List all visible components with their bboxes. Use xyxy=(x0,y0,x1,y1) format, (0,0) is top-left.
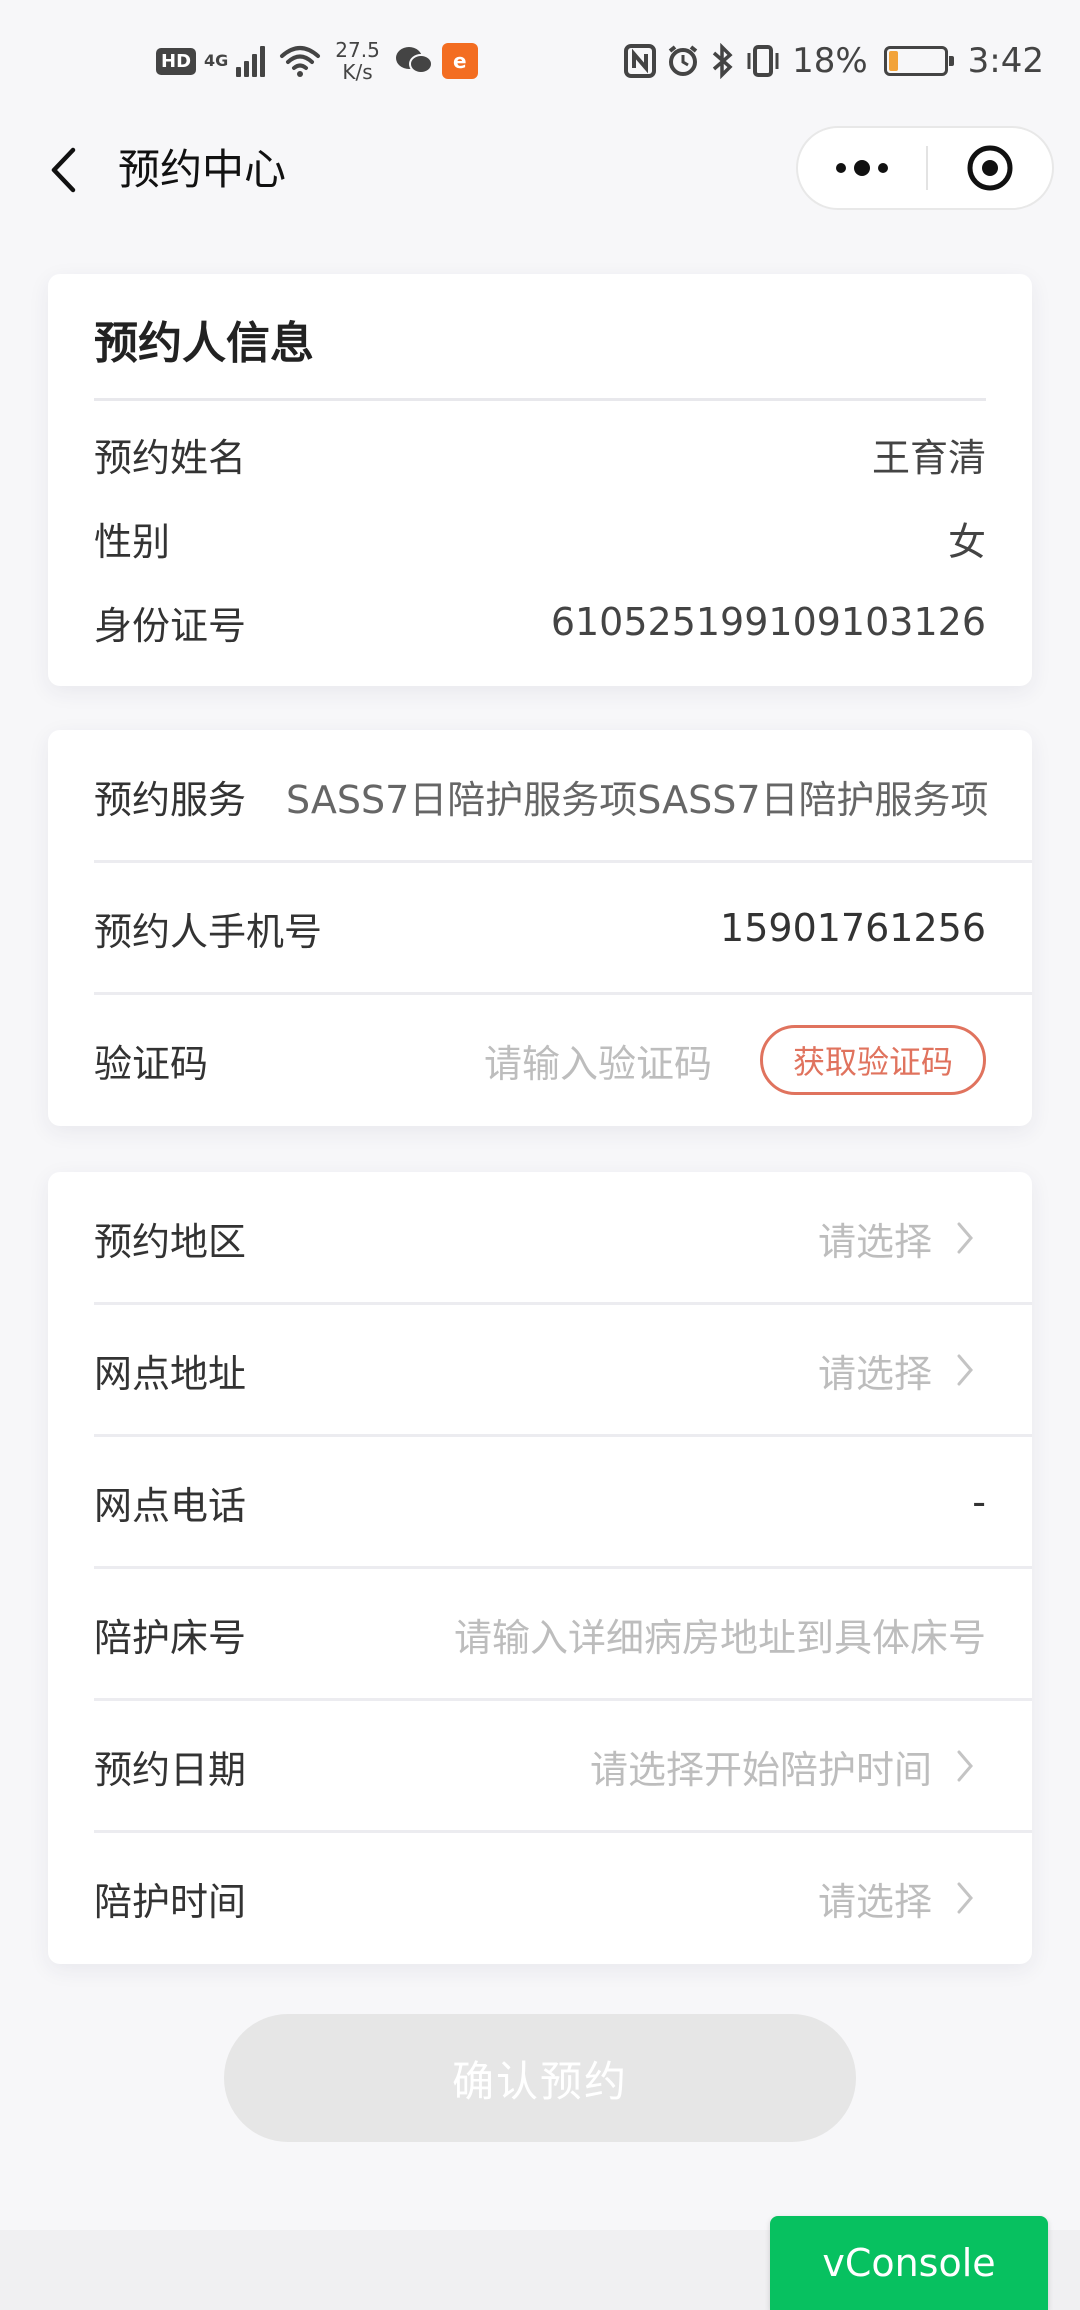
confirm-booking-button[interactable]: 确认预约 xyxy=(224,2014,856,2142)
info-row-name: 预约姓名 王育清 xyxy=(94,424,986,484)
target-close-icon xyxy=(967,145,1013,191)
verification-code-input[interactable]: 请输入验证码 xyxy=(208,1033,760,1088)
chevron-right-icon xyxy=(940,1881,986,1915)
region-select[interactable]: 预约地区 请选择 xyxy=(94,1172,1032,1304)
date-placeholder: 请选择开始陪护时间 xyxy=(589,1747,932,1792)
battery-percent: 18% xyxy=(792,41,868,81)
chevron-right-icon xyxy=(940,1353,986,1387)
verification-code-row: 验证码 请输入验证码 获取验证码 xyxy=(94,994,1032,1126)
wifi-icon xyxy=(280,46,321,77)
bed-number-row: 陪护床号 请输入详细病房地址到具体床号 xyxy=(94,1568,1032,1700)
info-label: 预约姓名 xyxy=(94,435,247,480)
date-label: 预约日期 xyxy=(94,1747,247,1792)
status-time: 3:42 xyxy=(967,41,1044,81)
booker-info-title: 预约人信息 xyxy=(94,318,314,369)
booking-page: HD 4G 27.5 K/s e 18% 3:42 预约中心 预约人信息 预约姓… xyxy=(0,0,1080,2310)
more-dots-icon xyxy=(836,160,888,176)
signal-icon xyxy=(236,45,266,77)
status-bar: HD 4G 27.5 K/s e 18% 3:42 xyxy=(0,0,1080,120)
outlet-address-select[interactable]: 网点地址 请选择 xyxy=(94,1304,1032,1436)
info-value: 女 xyxy=(947,519,986,564)
net-speed: 27.5 K/s xyxy=(335,39,380,83)
vconsole-button[interactable]: vConsole xyxy=(770,2216,1048,2310)
region-label: 预约地区 xyxy=(94,1219,247,1264)
page-title: 预约中心 xyxy=(118,145,287,194)
vibrate-icon xyxy=(747,45,779,77)
service-row: 预约服务 SASS7日陪护服务项SASS7日陪护服务项 xyxy=(94,730,1032,862)
phone-label: 预约人手机号 xyxy=(94,909,323,954)
close-mini-program-button[interactable] xyxy=(928,128,1052,208)
care-time-placeholder: 请选择 xyxy=(817,1879,932,1924)
region-placeholder: 请选择 xyxy=(817,1219,932,1264)
net-speed-unit: K/s xyxy=(342,60,373,84)
service-value: SASS7日陪护服务项SASS7日陪护服务项 xyxy=(286,777,989,822)
mini-program-capsule xyxy=(796,126,1054,210)
bed-number-label: 陪护床号 xyxy=(94,1615,247,1660)
chevron-left-icon xyxy=(51,147,76,193)
outlet-address-label: 网点地址 xyxy=(94,1351,247,1396)
info-value: 610525199109103126 xyxy=(550,600,986,644)
title-divider xyxy=(94,398,986,401)
wechat-icon xyxy=(395,47,433,74)
service-label: 预约服务 xyxy=(94,777,247,822)
care-time-select[interactable]: 陪护时间 请选择 xyxy=(94,1832,1032,1964)
more-button[interactable] xyxy=(798,128,926,208)
back-button[interactable] xyxy=(38,142,88,198)
care-time-label: 陪护时间 xyxy=(94,1879,247,1924)
bluetooth-icon xyxy=(712,43,733,79)
network-gen-label: 4G xyxy=(204,51,229,70)
info-label: 身份证号 xyxy=(94,603,247,648)
info-row-gender: 性别 女 xyxy=(94,508,986,568)
status-right: 18% 3:42 xyxy=(624,36,1044,86)
date-select[interactable]: 预约日期 请选择开始陪护时间 xyxy=(94,1700,1032,1832)
hd-badge: HD xyxy=(156,47,197,75)
get-code-button[interactable]: 获取验证码 xyxy=(760,1025,986,1095)
info-value: 王育清 xyxy=(871,435,986,480)
outlet-phone-label: 网点电话 xyxy=(94,1483,247,1528)
details-card: 预约地区 请选择 网点地址 请选择 网点电话 - 陪护床号 请输入详细病房地址到… xyxy=(48,1172,1032,1964)
booker-info-card: 预约人信息 预约姓名 王育清 性别 女 身份证号 610525199109103… xyxy=(48,274,1032,686)
outlet-phone-row: 网点电话 - xyxy=(94,1436,1032,1568)
info-row-id-number: 身份证号 610525199109103126 xyxy=(94,592,986,652)
alarm-icon xyxy=(668,45,698,76)
service-card: 预约服务 SASS7日陪护服务项SASS7日陪护服务项 预约人手机号 15901… xyxy=(48,730,1032,1126)
code-label: 验证码 xyxy=(94,1041,209,1086)
info-label: 性别 xyxy=(94,519,171,564)
phone-value: 15901761256 xyxy=(720,906,986,950)
outlet-phone-value: - xyxy=(972,1480,986,1524)
net-speed-value: 27.5 xyxy=(335,38,380,62)
nfc-icon xyxy=(624,44,657,78)
phone-row: 预约人手机号 15901761256 xyxy=(94,862,1032,994)
bed-number-input[interactable]: 请输入详细病房地址到具体床号 xyxy=(246,1607,1032,1662)
status-left: HD 4G 27.5 K/s e xyxy=(156,36,478,86)
battery-level-fill xyxy=(888,51,899,71)
chevron-right-icon xyxy=(940,1749,986,1783)
battery-icon xyxy=(883,46,954,76)
app-notification-icon: e xyxy=(441,43,478,79)
outlet-address-placeholder: 请选择 xyxy=(817,1351,932,1396)
chevron-right-icon xyxy=(940,1221,986,1255)
